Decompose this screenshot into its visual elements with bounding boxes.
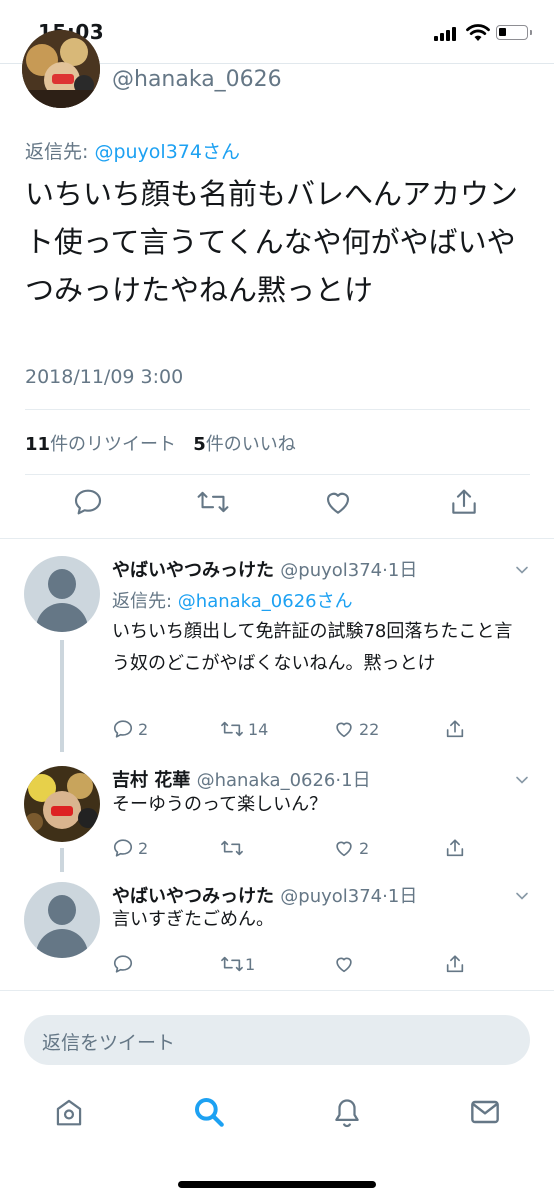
reply-author-handle[interactable]: @puyol374 xyxy=(280,560,382,581)
reply-icon xyxy=(113,839,133,857)
main-tweet-handle[interactable]: @hanaka_0626 xyxy=(112,67,282,92)
share-icon[interactable] xyxy=(444,953,466,975)
reply-time: ·1日 xyxy=(382,560,418,581)
divider xyxy=(25,474,530,475)
reply-icon xyxy=(113,720,133,738)
main-tweet-reply-to: 返信先: @puyol374さん xyxy=(25,137,240,164)
signal-icon xyxy=(434,27,460,41)
share-icon[interactable] xyxy=(448,486,480,518)
engagement-stats: 11件のリツイート 5件のいいね xyxy=(25,430,296,456)
like-icon xyxy=(336,722,352,738)
reply-text: いちいち顔出して免許証の試験78回落ちたこと言う奴のどこがやばくないねん。黙っと… xyxy=(112,621,513,674)
like-icon xyxy=(336,841,352,857)
notifications-icon[interactable] xyxy=(332,1096,362,1130)
retweet-button[interactable]: 1 xyxy=(220,953,255,975)
like-count: 22 xyxy=(359,719,380,739)
retweet-count: 11 xyxy=(25,434,51,455)
thread-line xyxy=(60,640,64,752)
thread-line xyxy=(60,848,64,872)
like-button[interactable] xyxy=(333,953,359,975)
reply-author-name[interactable]: やばいやつみっけた xyxy=(112,560,274,581)
retweet-label: 件のリツイート xyxy=(50,434,177,455)
search-icon[interactable] xyxy=(193,1096,225,1128)
reply-compose-placeholder: 返信をツイート xyxy=(42,1032,176,1054)
reply-avatar[interactable] xyxy=(24,766,100,842)
retweet-icon xyxy=(221,956,243,972)
retweet-icon[interactable] xyxy=(196,486,230,518)
chevron-down-icon[interactable] xyxy=(515,563,529,577)
reply-author-name[interactable]: 吉村 花華 xyxy=(112,770,190,791)
share-icon[interactable] xyxy=(444,837,466,859)
section-divider xyxy=(0,990,554,991)
reply-avatar[interactable] xyxy=(24,882,100,958)
reply-count: 2 xyxy=(138,838,149,858)
like-count: 2 xyxy=(359,838,370,858)
retweet-button[interactable] xyxy=(220,837,248,859)
reply-time: ·1日 xyxy=(335,770,371,791)
reply-button[interactable]: 2 xyxy=(112,837,148,859)
like-button[interactable]: 22 xyxy=(333,718,379,740)
retweet-icon xyxy=(221,721,243,737)
reply-header: やばいやつみっけた @puyol374·1日 xyxy=(112,556,417,582)
chevron-down-icon[interactable] xyxy=(515,773,529,787)
home-icon[interactable] xyxy=(54,1096,84,1128)
reply-to-link[interactable]: @hanaka_0626さん xyxy=(178,591,353,612)
reply-to-prefix: 返信先: xyxy=(112,591,178,612)
home-indicator[interactable] xyxy=(178,1181,376,1188)
divider xyxy=(25,409,530,410)
retweet-count: 14 xyxy=(248,719,269,739)
reply-text: そーゆうのって楽しいん？ xyxy=(112,794,328,815)
battery-icon xyxy=(496,25,532,40)
reply-to-link[interactable]: @puyol374さん xyxy=(94,141,240,163)
like-count: 5 xyxy=(193,434,206,455)
retweet-icon xyxy=(221,840,243,856)
reply-to-line: 返信先: @hanaka_0626さん xyxy=(112,587,353,613)
messages-icon[interactable] xyxy=(469,1096,501,1128)
main-tweet-actions xyxy=(0,486,554,530)
main-tweet-avatar[interactable] xyxy=(22,30,100,108)
reply-icon[interactable] xyxy=(72,486,104,518)
like-label: 件のいいね xyxy=(205,434,296,455)
reply-author-handle[interactable]: @hanaka_0626 xyxy=(197,770,336,791)
retweet-stat[interactable]: 11件のリツイート xyxy=(25,434,176,455)
reply-count: 2 xyxy=(138,719,149,739)
reply-icon xyxy=(113,955,133,973)
like-icon xyxy=(336,957,352,973)
reply-button[interactable]: 2 xyxy=(112,718,148,740)
main-tweet-timestamp: 2018/11/09 3:00 xyxy=(25,366,184,388)
reply-to-prefix: 返信先: xyxy=(25,141,95,163)
retweet-count: 1 xyxy=(245,954,256,974)
reply-text: 言いすぎたごめん。 xyxy=(112,909,274,930)
reply-button[interactable] xyxy=(112,953,138,975)
chevron-down-icon[interactable] xyxy=(515,889,529,903)
like-stat[interactable]: 5件のいいね xyxy=(193,434,296,455)
retweet-button[interactable]: 14 xyxy=(220,718,268,740)
main-tweet-text: いちいち顔も名前もバレへんアカウント使って言うてくんなや何がやばいやつみっけたや… xyxy=(25,177,519,307)
share-icon[interactable] xyxy=(444,718,466,740)
section-divider xyxy=(0,538,554,539)
like-icon[interactable] xyxy=(322,486,354,518)
like-button[interactable]: 2 xyxy=(333,837,369,859)
reply-avatar[interactable] xyxy=(24,556,100,632)
wifi-icon xyxy=(466,24,490,41)
